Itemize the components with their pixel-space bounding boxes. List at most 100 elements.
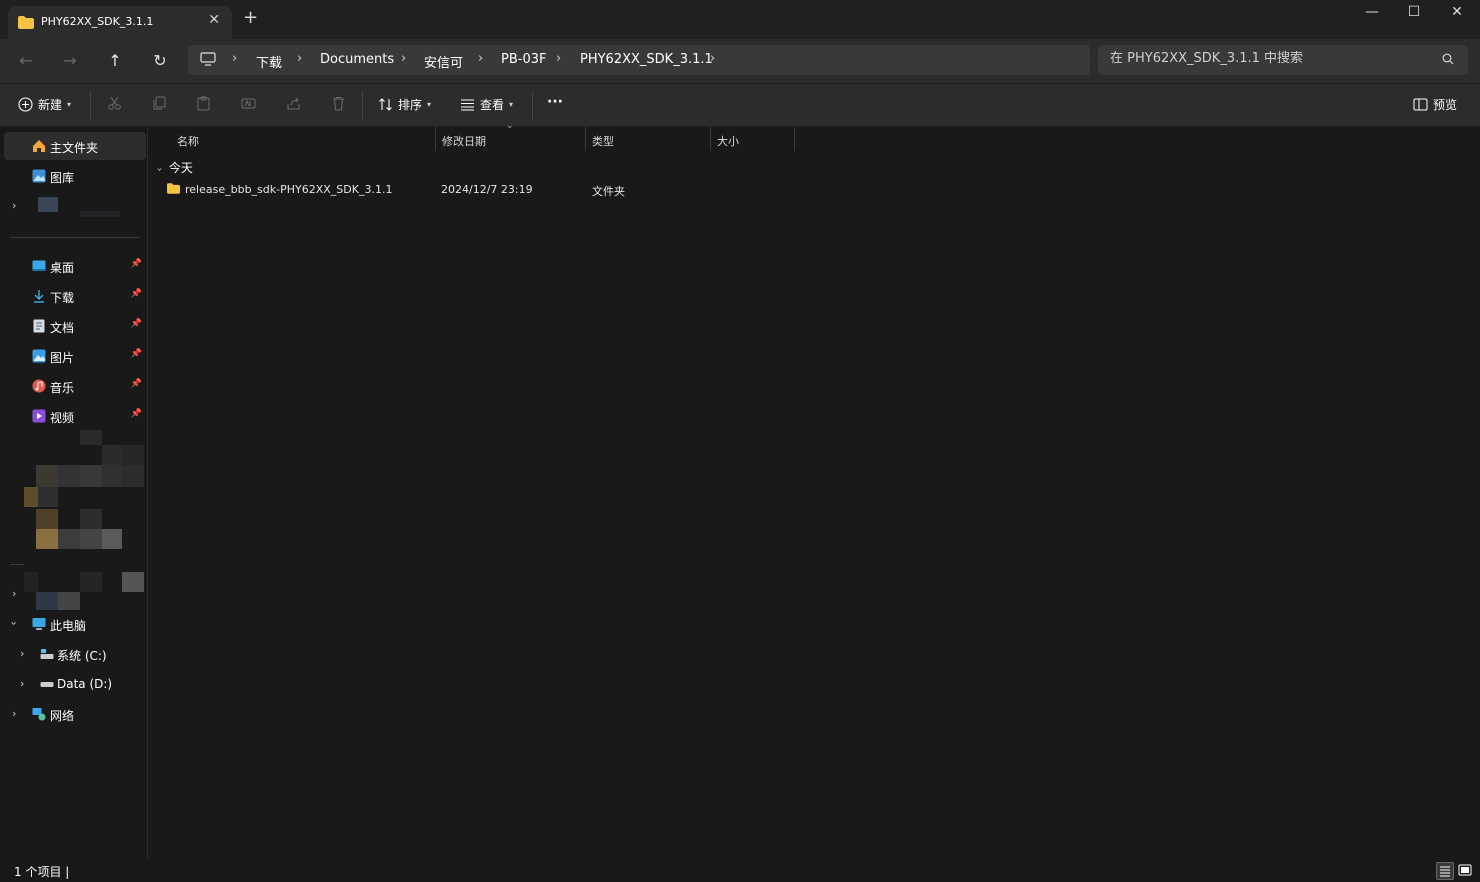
share-button[interactable] [286,96,301,111]
sidebar-item-gallery[interactable]: 图库 [4,162,146,190]
maximize-button[interactable]: ☐ [1392,4,1436,20]
back-button[interactable]: ← [14,49,38,73]
sidebar-item-home[interactable]: 主文件夹 [4,132,146,160]
folder-icon [18,16,34,32]
new-tab-button[interactable]: + [243,9,258,27]
sidebar-item-label: 网络 [50,709,75,723]
breadcrumb-item-documents[interactable]: Documents [320,52,394,67]
breadcrumb-item-downloads[interactable]: 下载 [256,52,282,71]
forward-button[interactable]: → [58,49,82,73]
breadcrumb-separator[interactable]: › [401,51,406,66]
navigation-pane: 主文件夹 图库 › 桌面 📌 下载 📌 文档 📌 图片 📌 音乐 📌 视频 📌 … [0,127,148,860]
pin-icon[interactable]: 📌 [131,349,142,359]
breadcrumb-separator[interactable]: › [556,51,561,66]
minimize-button[interactable]: — [1350,4,1394,20]
column-header-modified[interactable]: ⌄ 修改日期 [436,121,586,151]
preview-pane-button[interactable]: 预览 [1413,96,1457,113]
search-icon[interactable] [1442,53,1454,68]
file-name: release_bbb_sdk-PHY62XX_SDK_3.1.1 [185,183,393,196]
search-box[interactable] [1098,45,1468,75]
sort-button[interactable]: 排序 ▾ [378,96,431,113]
sidebar-item-drive-c[interactable]: 系统 (C:) [4,640,146,668]
chevron-right-icon[interactable]: › [12,199,16,212]
column-header-type[interactable]: 类型 [586,127,711,151]
group-header-today[interactable]: › 今天 [154,159,193,176]
pin-icon[interactable]: 📌 [131,319,142,329]
pin-icon[interactable]: 📌 [131,289,142,299]
breadcrumb-item-pb03f[interactable]: PB-03F [501,52,546,67]
file-modified: 2024/12/7 23:19 [441,183,533,196]
sidebar-item-pictures[interactable]: 图片 📌 [4,342,146,370]
column-header-name[interactable]: 名称 [171,127,436,151]
pictures-icon [32,349,46,363]
cut-button[interactable] [107,96,122,111]
sidebar-item-drive-d[interactable]: Data (D:) [4,670,146,698]
redacted-item [38,197,58,212]
sidebar-item-network[interactable]: 网络 [4,700,146,728]
breadcrumb-item-anxinke[interactable]: 安信可 [424,52,463,71]
sidebar-item-label: 桌面 [50,261,75,275]
music-icon [32,379,46,393]
delete-button[interactable] [331,96,346,111]
sidebar-item-desktop[interactable]: 桌面 📌 [4,252,146,280]
breadcrumb-separator[interactable]: › [478,51,483,66]
redacted-item [80,211,120,217]
rename-button[interactable] [241,96,256,111]
up-button[interactable]: ↑ [103,49,127,73]
sidebar-item-label: 主文件夹 [50,141,99,155]
breadcrumb-item-sdk[interactable]: PHY62XX_SDK_3.1.1 [580,52,713,67]
sidebar-item-downloads[interactable]: 下载 📌 [4,282,146,310]
view-button[interactable]: 查看 ▾ [460,96,513,113]
sidebar-item-videos[interactable]: 视频 📌 [4,402,146,430]
sidebar-item-label: 音乐 [50,381,75,395]
status-bar: 1 个项目 | [0,860,1480,882]
sort-button-label: 排序 [398,98,423,112]
breadcrumb-separator[interactable]: › [232,51,237,66]
rename-icon [241,98,256,109]
table-row[interactable]: release_bbb_sdk-PHY62XX_SDK_3.1.1 2024/1… [161,179,801,201]
breadcrumb-separator[interactable]: › [297,51,302,66]
close-window-button[interactable]: ✕ [1435,4,1479,20]
pin-icon[interactable]: 📌 [131,379,142,389]
tab-close-icon[interactable]: ✕ [208,12,220,28]
chevron-down-icon: ▾ [427,100,432,109]
column-header-size[interactable]: 大小 [711,127,795,151]
pin-icon[interactable]: 📌 [131,409,142,419]
tiles-view-button[interactable] [1457,862,1475,880]
folder-icon [167,183,180,197]
details-view-button[interactable] [1436,862,1454,880]
sort-indicator-icon: ⌄ [506,121,514,131]
navigation-bar: ← → ↑ ↻ › 下载 › Documents › 安信可 › PB-03F … [0,39,1480,83]
sidebar-item-label: 系统 (C:) [57,649,107,663]
document-icon [32,319,46,333]
item-count: 1 个项目 | [14,865,70,879]
chevron-right-icon[interactable]: › [12,587,16,600]
refresh-button[interactable]: ↻ [148,49,172,73]
computer-icon [32,617,46,631]
paste-button[interactable] [196,96,211,111]
clipboard-icon [197,96,210,111]
sidebar-item-label: 此电脑 [50,619,87,633]
video-icon [32,409,46,423]
preview-pane-icon [1413,98,1428,111]
address-bar[interactable]: › 下载 › Documents › 安信可 › PB-03F › PHY62X… [188,45,1090,75]
desktop-icon [32,259,46,273]
sidebar-item-music[interactable]: 音乐 📌 [4,372,146,400]
tab-current-folder[interactable]: PHY62XX_SDK_3.1.1 ✕ [8,6,232,39]
copy-button[interactable] [152,96,167,111]
sidebar-item-documents[interactable]: 文档 📌 [4,312,146,340]
add-circle-icon [18,97,33,112]
chevron-down-icon: ▾ [67,100,72,109]
search-input[interactable] [1110,51,1430,66]
gallery-icon [32,169,46,183]
sidebar-item-label: 视频 [50,411,75,425]
computer-icon[interactable] [200,52,216,69]
breadcrumb-separator[interactable]: › [710,51,715,66]
sidebar-item-this-pc[interactable]: 此电脑 [4,610,146,638]
new-button[interactable]: 新建 ▾ [18,96,71,113]
toolbar-divider [90,92,91,120]
network-icon [32,707,46,721]
group-label: 今天 [168,161,193,175]
pin-icon[interactable]: 📌 [131,259,142,269]
more-options-button[interactable]: ··· [547,94,563,110]
